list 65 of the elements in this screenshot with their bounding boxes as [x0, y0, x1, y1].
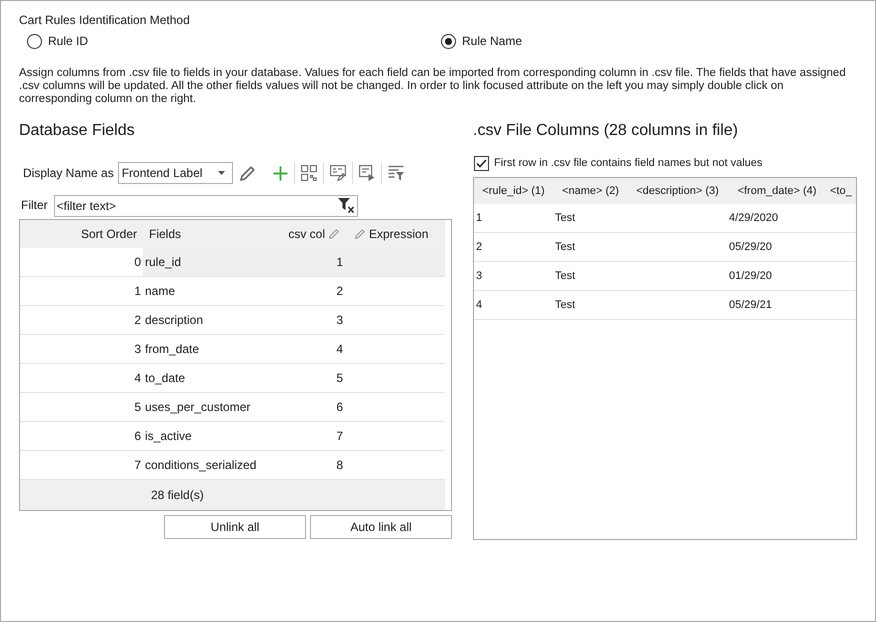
table-cell-text: from_date — [144, 341, 200, 358]
clear-filter-icon[interactable] — [338, 198, 355, 213]
table-cell-text: 7 — [335, 428, 344, 445]
filter-label: Filter — [21, 197, 48, 214]
table-cell-text: is_active — [144, 428, 193, 445]
column-header[interactable]: Sort Order — [20, 220, 143, 248]
filter-field[interactable]: <filter text> — [54, 195, 358, 217]
table-cell-text: Test — [554, 240, 576, 255]
instructions-text: Assign columns from .csv file to fields in your database. Values for each field can be imported from corresponding column in .csv file. The fields that have assigned .csv columns will be updated. All the other fields values will not be changed. In order to link focused attribute on the left you may simply double click on corresponding column on the right. — [19, 67, 847, 106]
column-header[interactable]: Fields — [143, 220, 283, 248]
unlink-all-button[interactable]: Unlink all — [164, 515, 306, 539]
pencil-icon[interactable] — [240, 166, 255, 180]
section-heading: Database Fields — [19, 121, 135, 141]
table-row[interactable]: 3 Test 01/29/20 — [474, 262, 856, 291]
table-cell-text: 05/29/21 — [728, 298, 773, 313]
table-cell-text: Test — [554, 210, 576, 226]
table-cell-text: 4 — [475, 298, 484, 313]
table-cell-text: 6 — [335, 399, 344, 416]
table-cell-text: name — [144, 283, 176, 300]
table-cell: 0 — [20, 248, 143, 276]
table-cell-text: 3 — [335, 312, 344, 329]
radio-option[interactable]: Rule Name — [441, 33, 522, 49]
screen-arrow-icon[interactable] — [358, 165, 375, 181]
table-row[interactable]: 1 Test 4/29/2020 — [474, 204, 856, 233]
table-row[interactable]: 4 Test 05/29/21 — [474, 291, 856, 320]
table-cell-text: to_date — [144, 370, 186, 387]
radio-option[interactable]: Rule ID — [27, 33, 88, 49]
table-cell-text: Test — [554, 268, 576, 284]
table-cell-text: Test — [554, 298, 576, 313]
table-row[interactable]: 2 Test 05/29/20 — [474, 233, 856, 262]
section-label: Cart Rules Identification Method — [19, 12, 190, 28]
table-cell-text: 05/29/20 — [728, 240, 773, 255]
table-cell-text: rule_id — [144, 254, 182, 271]
display-name-dropdown[interactable]: Frontend Label — [118, 162, 233, 184]
column-header[interactable]: csv col — [283, 220, 345, 248]
first-row-header-checkbox[interactable]: First row in .csv file contains field names but not values — [473, 156, 762, 171]
display-name-label: Display Name as — [23, 165, 114, 182]
table-cell-text: 1 — [475, 210, 484, 226]
section-heading: .csv File Columns (28 columns in file) — [473, 121, 738, 141]
filter-list-icon[interactable] — [388, 165, 404, 181]
auto-link-all-button[interactable]: Auto link all — [310, 515, 452, 539]
table-cell-text: conditions_serialized — [144, 457, 258, 474]
table-row[interactable]: 0 rule_id 1 — [20, 248, 445, 277]
grid-link-icon[interactable] — [300, 165, 317, 181]
table-cell-text: 2 — [475, 240, 484, 255]
table-cell-text: description — [144, 312, 204, 329]
table-cell-text: 1 — [335, 254, 344, 271]
caret-icon — [218, 171, 225, 175]
column-header[interactable]: <name> (2) — [553, 178, 628, 204]
field-count: 28 field(s) — [151, 487, 204, 504]
table-cell-text: 4/29/2020 — [728, 210, 779, 226]
table-cell-text: uses_per_customer — [144, 399, 252, 416]
table-cell-text: 01/29/20 — [728, 268, 773, 284]
table-cell-text: 8 — [335, 457, 344, 474]
table-cell-text: 5 — [335, 370, 344, 387]
column-header[interactable]: Expression — [345, 220, 445, 248]
column-header[interactable]: <from_date> (4) — [727, 178, 827, 204]
plus-icon[interactable] — [272, 166, 288, 180]
table-cell-text: 4 — [335, 341, 344, 358]
column-header[interactable]: <rule_id> (1) — [474, 178, 553, 204]
table-cell-text: 3 — [475, 268, 484, 284]
form-edit-icon[interactable] — [330, 165, 346, 181]
table-cell-text: 2 — [335, 283, 344, 300]
column-header[interactable]: <description> (3) — [628, 178, 727, 204]
column-header[interactable]: <to_ — [827, 178, 856, 204]
